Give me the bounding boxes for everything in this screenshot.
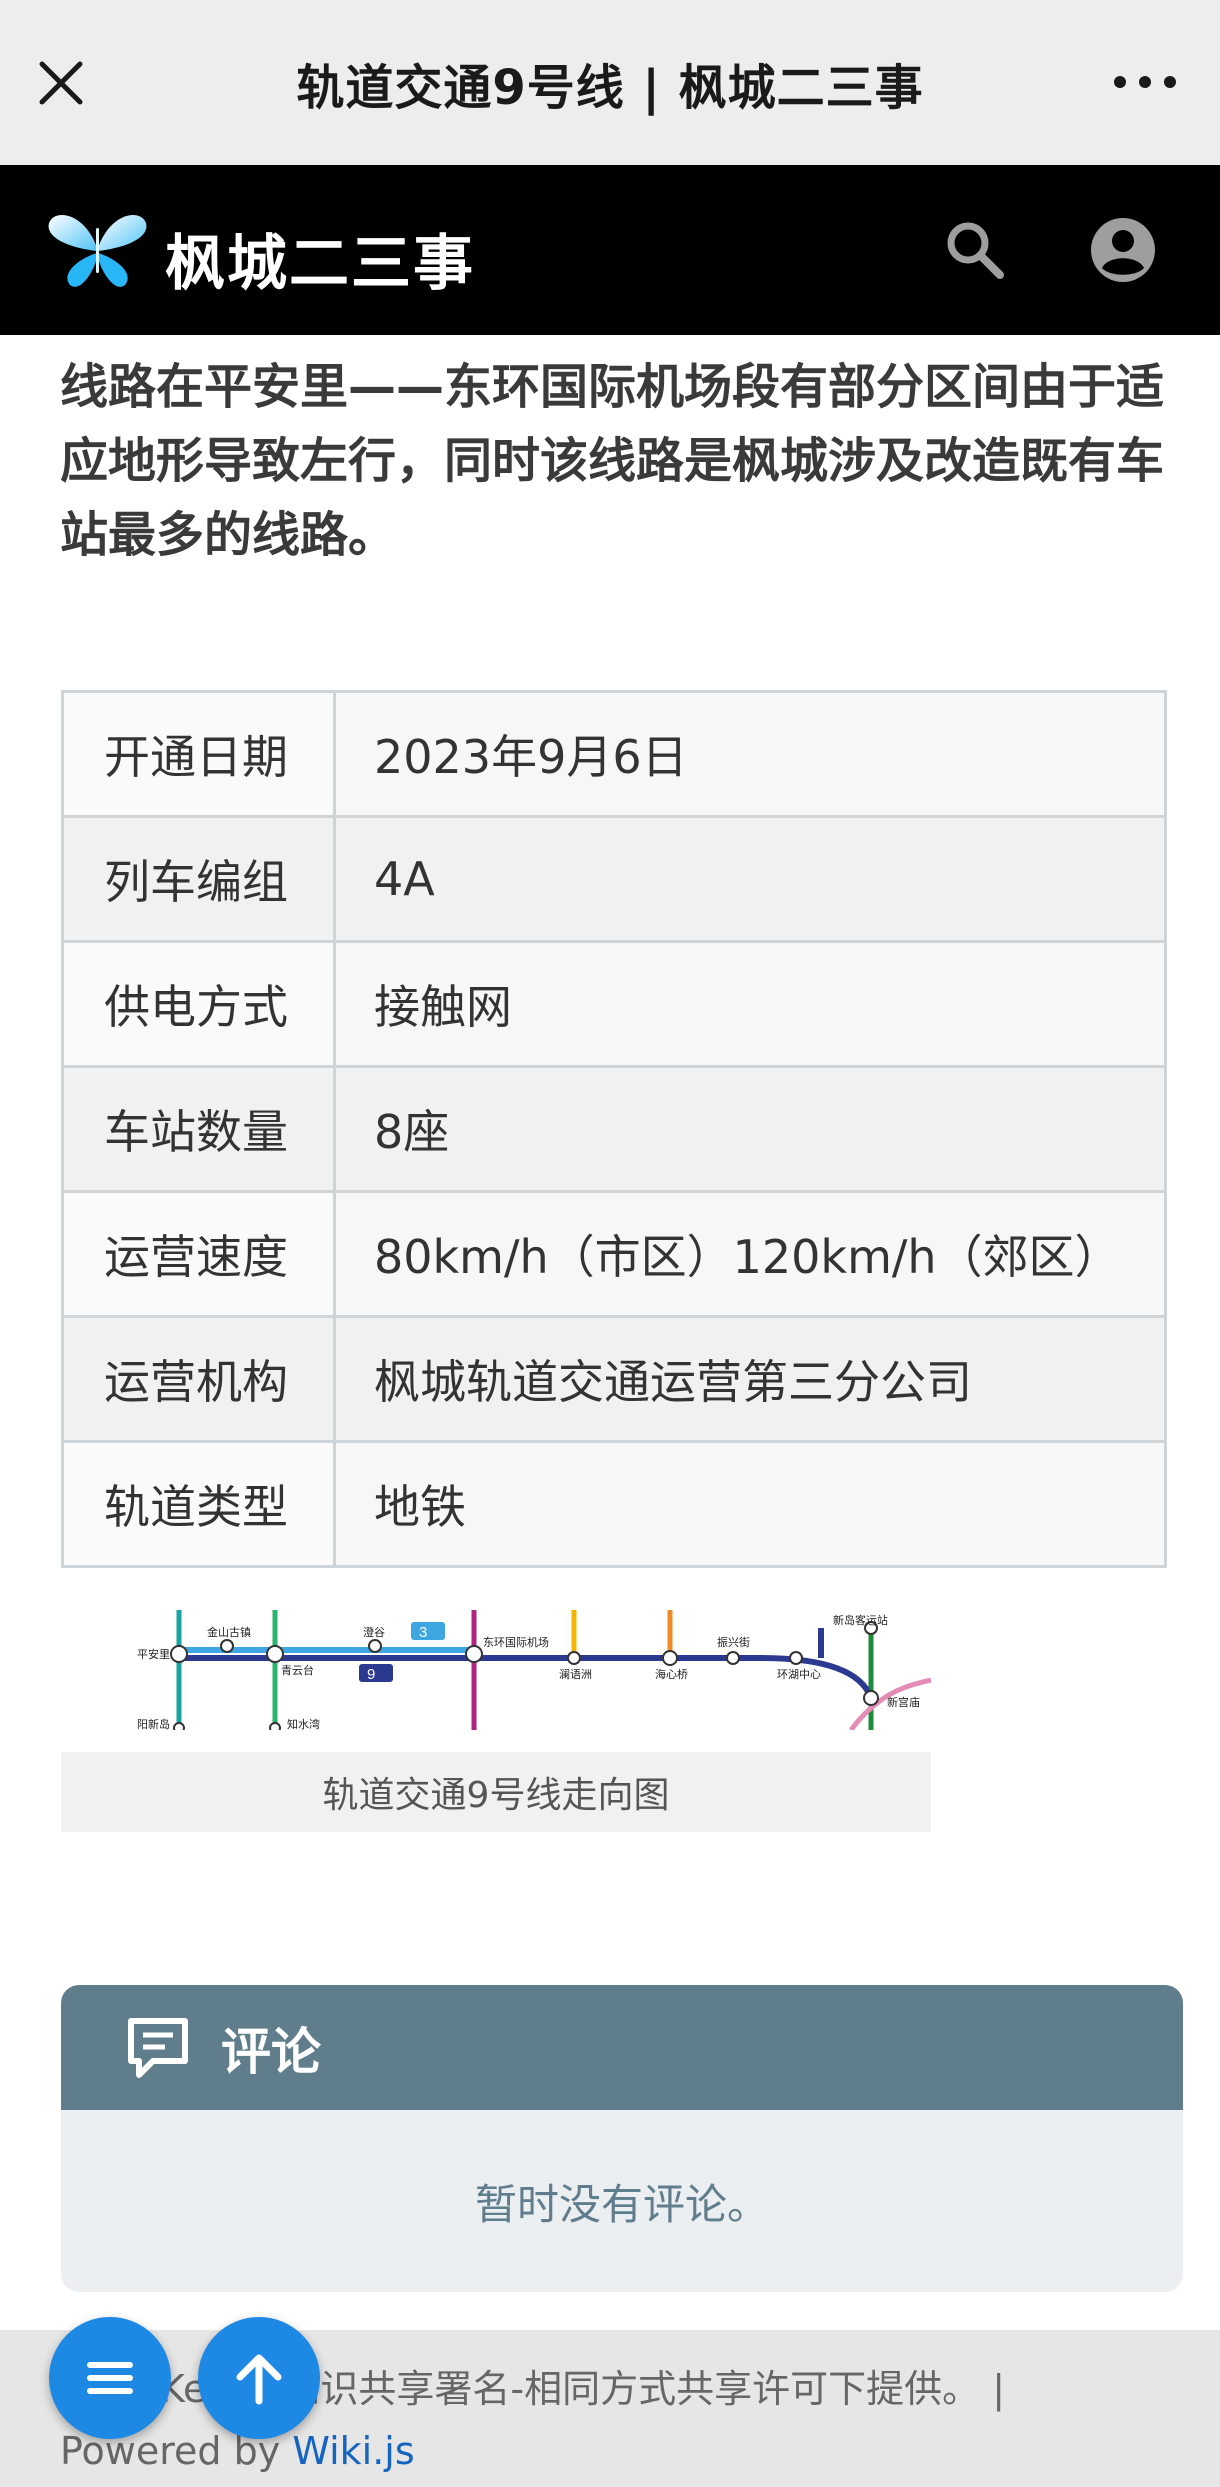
- scroll-to-top-button[interactable]: [198, 2317, 320, 2439]
- info-row: 车站数量 8座: [61, 1065, 1167, 1193]
- station-label: 阳新岛: [137, 1717, 170, 1730]
- info-value: 接触网: [333, 940, 1167, 1068]
- search-icon[interactable]: [940, 215, 1010, 285]
- site-name[interactable]: 枫城二三事: [165, 215, 475, 302]
- info-row: 开通日期 2023年9月6日: [61, 690, 1167, 818]
- arrow-up-icon: [236, 2354, 282, 2405]
- info-row: 供电方式 接触网: [61, 940, 1167, 1068]
- info-row: 列车编组 4A: [61, 815, 1167, 943]
- comments-header: 评论: [61, 1985, 1183, 2110]
- station-label: 振兴街: [717, 1635, 750, 1649]
- info-row: 轨道类型 地铁: [61, 1440, 1167, 1568]
- station-label: 青云台: [281, 1663, 314, 1677]
- station-label: 新宫庙: [887, 1695, 920, 1709]
- figure-caption: 轨道交通9号线走向图: [61, 1752, 931, 1832]
- station-label: 金山古镇: [207, 1625, 251, 1639]
- route-map-image[interactable]: 3 9 平安里 金山古镇 青云台 澄谷 东环国际机场 澜语洲 海心桥 振兴街 环…: [61, 1610, 931, 1730]
- info-row: 运营速度 80km/h（市区）120km/h（郊区）: [61, 1190, 1167, 1318]
- site-header: 枫城二三事: [0, 165, 1220, 335]
- hamburger-icon: [87, 2362, 133, 2394]
- info-key: 供电方式: [61, 940, 336, 1068]
- info-row: 运营机构 枫城轨道交通运营第三分公司: [61, 1315, 1167, 1443]
- station-label: 澄谷: [363, 1625, 385, 1639]
- route-map-figure: 3 9 平安里 金山古镇 青云台 澄谷 东环国际机场 澜语洲 海心桥 振兴街 环…: [61, 1610, 931, 1832]
- station-label: 环湖中心: [777, 1668, 821, 1681]
- station-label: 知水湾: [287, 1717, 320, 1730]
- close-icon[interactable]: [30, 52, 92, 114]
- no-comments-message: 暂时没有评论。: [474, 2179, 769, 2229]
- info-key: 开通日期: [61, 690, 336, 818]
- article-intro: 线路在平安里——东环国际机场段有部分区间由于适应地形导致左行，同时该线路是枫城涉…: [60, 359, 1165, 563]
- info-key: 运营机构: [61, 1315, 336, 1443]
- info-key: 列车编组: [61, 815, 336, 943]
- info-value: 2023年9月6日: [333, 690, 1167, 818]
- info-value: 80km/h（市区）120km/h（郊区）: [333, 1190, 1167, 1318]
- station-label: 东环国际机场: [483, 1635, 549, 1649]
- comments-panel: 评论 暂时没有评论。: [61, 1985, 1183, 2292]
- comments-title: 评论: [221, 2022, 321, 2081]
- page-footer: Ke…在知识共享署名-相同方式共享许可下提供。 | Powered by Wik…: [0, 2330, 1220, 2487]
- station-label: 平安里: [137, 1647, 170, 1661]
- station-label: 新岛客运站: [833, 1613, 888, 1627]
- info-value: 8座: [333, 1065, 1167, 1193]
- menu-button[interactable]: [49, 2317, 171, 2439]
- station-label: 海心桥: [655, 1667, 688, 1681]
- info-key: 运营速度: [61, 1190, 336, 1318]
- page-title: 轨道交通9号线 | 枫城二三事: [296, 59, 924, 116]
- comment-icon: [128, 2017, 188, 2078]
- line3-badge: 3: [419, 1624, 427, 1641]
- station-label: 澜语洲: [559, 1667, 592, 1681]
- browser-top-bar: 轨道交通9号线 | 枫城二三事: [0, 0, 1220, 165]
- account-icon[interactable]: [1088, 215, 1158, 285]
- info-key: 轨道类型: [61, 1440, 336, 1568]
- line9-badge: 9: [367, 1666, 375, 1683]
- info-value: 地铁: [333, 1440, 1167, 1568]
- butterfly-logo-icon[interactable]: [45, 203, 150, 293]
- more-options-icon[interactable]: [1110, 62, 1180, 102]
- info-key: 车站数量: [61, 1065, 336, 1193]
- info-value: 枫城轨道交通运营第三分公司: [333, 1315, 1167, 1443]
- wikijs-link[interactable]: Wiki.js: [292, 2429, 414, 2473]
- line-info-table: 开通日期 2023年9月6日 列车编组 4A 供电方式 接触网 车站数量 8座 运营速度 80km…: [61, 690, 1167, 1568]
- info-value: 4A: [333, 815, 1167, 943]
